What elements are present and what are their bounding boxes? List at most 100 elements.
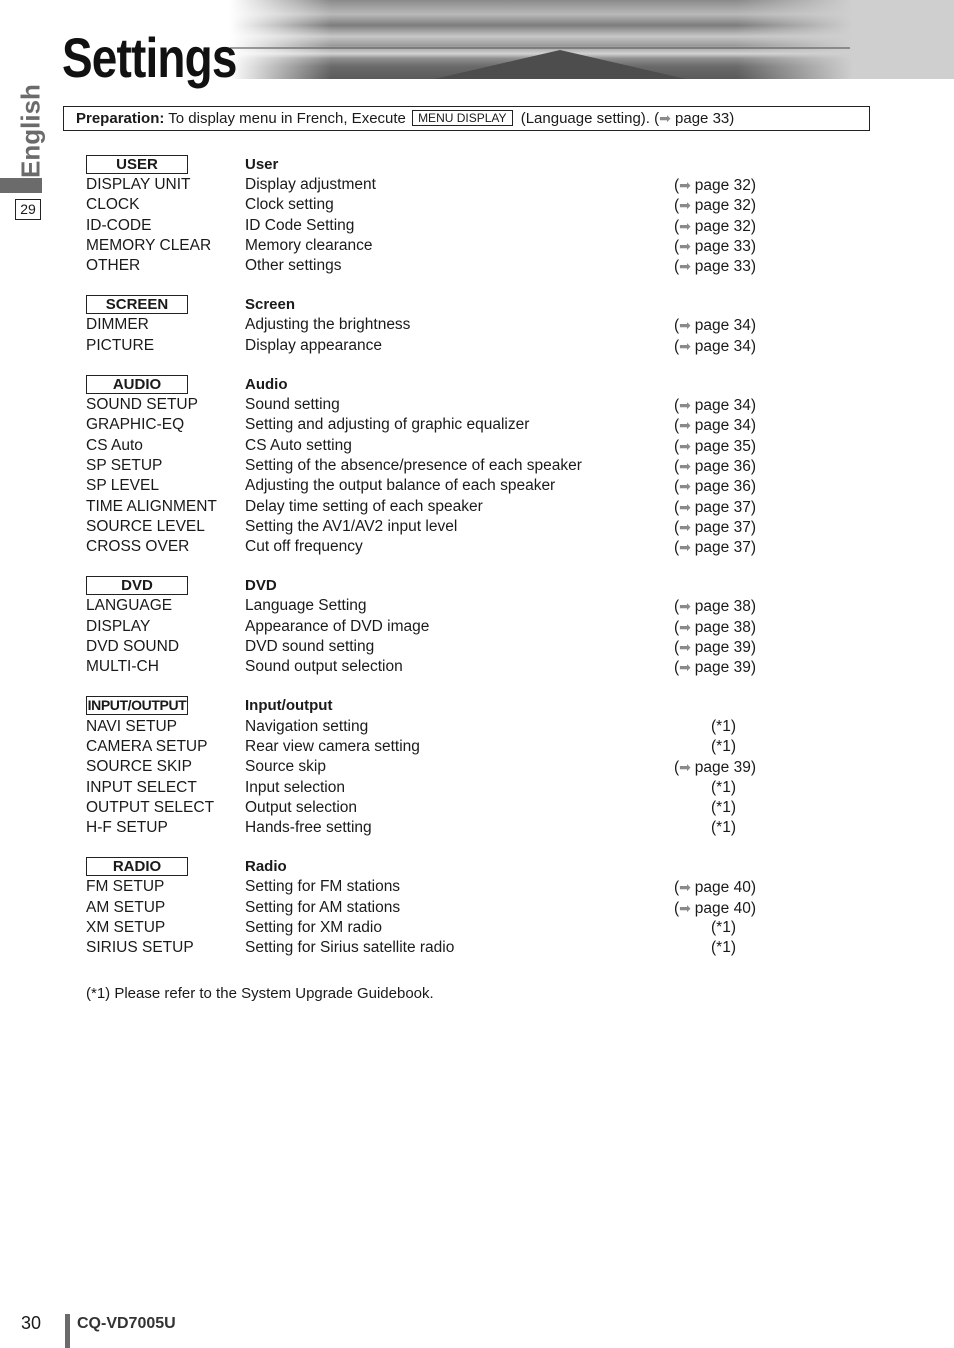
setting-description: Setting and adjusting of graphic equaliz… <box>245 416 530 434</box>
horizon-line <box>230 47 850 49</box>
close-paren: ) <box>750 518 756 536</box>
right-arrow-icon: ➡ <box>679 539 695 556</box>
setting-row: CROSS OVER Cut off frequency (➡ page 37) <box>86 537 786 557</box>
setting-row: PICTURE Display appearance (➡ page 34) <box>86 336 786 356</box>
section-menu-box: INPUT/OUTPUT <box>86 696 188 716</box>
close-paren: ) <box>750 217 756 235</box>
page-ref-text: page 33 <box>694 237 751 255</box>
right-arrow-icon: ➡ <box>679 879 695 896</box>
page-title: Settings <box>62 26 237 89</box>
setting-key: MULTI-CH <box>86 658 159 676</box>
setting-description: DVD sound setting <box>245 638 375 656</box>
close-paren: ) <box>750 498 756 516</box>
setting-key: SIRIUS SETUP <box>86 939 194 957</box>
close-paren: ) <box>750 397 756 415</box>
setting-key: DIMMER <box>86 316 149 334</box>
page-ref-text: page 37 <box>694 518 751 536</box>
page-ref-text: page 38 <box>694 598 751 616</box>
setting-description: Setting of the absence/presence of each … <box>245 456 582 474</box>
setting-key: SOURCE LEVEL <box>86 517 205 535</box>
right-arrow-icon: ➡ <box>679 899 695 916</box>
setting-description: Rear view camera setting <box>245 737 420 755</box>
model-name: CQ-VD7005U <box>77 1315 176 1332</box>
page-ref-text: page 40 <box>694 899 751 917</box>
preparation-page-ref: page 33) <box>675 110 735 127</box>
page-reference: (➡ page 34) <box>672 415 756 436</box>
setting-description: Navigation setting <box>245 717 369 735</box>
close-paren: ) <box>750 759 756 777</box>
section-header: SCREEN Screen <box>86 293 786 315</box>
setting-key: ID-CODE <box>86 216 152 234</box>
road-shape <box>430 50 690 79</box>
preparation-label: Preparation: <box>76 110 165 127</box>
setting-description: Display adjustment <box>245 176 376 193</box>
setting-row: DISPLAY Appearance of DVD image (➡ page 38… <box>86 617 786 637</box>
right-arrow-icon: ➡ <box>679 177 695 193</box>
setting-row: NAVI SETUP Navigation setting (*1) <box>86 717 786 737</box>
settings-section: AUDIO Audio SOUND SETUP Sound setting (➡ pag… <box>86 373 786 557</box>
settings-section: INPUT/OUTPUT Input/output NAVI SETUP Naviga… <box>86 695 786 839</box>
page-reference: (➡ page 36) <box>672 476 756 497</box>
right-arrow-icon: ➡ <box>679 478 695 495</box>
right-arrow-icon: ➡ <box>679 639 695 656</box>
footnote-marker: (*1) <box>711 919 736 937</box>
close-paren: ) <box>750 899 756 917</box>
page-reference: (➡ page 32) <box>672 195 756 216</box>
setting-key: CAMERA SETUP <box>86 737 208 755</box>
setting-description: Language Setting <box>245 597 367 615</box>
right-arrow-icon: ➡ <box>679 437 695 454</box>
page-reference: (➡ page 34) <box>672 395 756 416</box>
footer-bar <box>65 1314 70 1348</box>
footnote-marker: (*1) <box>711 819 736 837</box>
right-arrow-icon: ➡ <box>679 197 695 214</box>
setting-description: Sound setting <box>245 396 340 414</box>
page-reference: (➡ page 38) <box>672 617 756 638</box>
setting-row: DISPLAY UNIT Display adjustment (➡ page 32… <box>86 175 786 195</box>
setting-description: Adjusting the output balance of each spe… <box>245 477 556 495</box>
setting-key: SOUND SETUP <box>86 396 198 414</box>
setting-row: XM SETUP Setting for XM radio (*1) <box>86 918 786 938</box>
right-arrow-icon: ➡ <box>679 337 695 354</box>
setting-row: CAMERA SETUP Rear view camera setting (*1) <box>86 737 786 757</box>
page-ref-text: page 38 <box>694 618 751 636</box>
page-reference: (➡ page 37) <box>672 537 756 558</box>
setting-key: OTHER <box>86 257 141 275</box>
section-menu-box: AUDIO <box>86 374 188 394</box>
right-arrow-icon: ➡ <box>679 659 695 676</box>
right-arrow-icon: ➡ <box>679 417 695 434</box>
setting-key: SP LEVEL <box>86 477 159 495</box>
setting-description: Clock setting <box>245 196 334 214</box>
right-arrow-icon: ➡ <box>679 258 695 275</box>
menu-display-key: MENU DISPLAY <box>412 110 513 126</box>
section-header: INPUT/OUTPUT Input/output <box>86 695 786 717</box>
page-reference: (➡ page 32) <box>672 175 756 196</box>
right-arrow-icon: ➡ <box>679 759 695 776</box>
settings-list: USER User DISPLAY UNIT Display adjustment (➡… <box>86 153 786 976</box>
setting-key: DVD SOUND <box>86 638 180 656</box>
setting-key: TIME ALIGNMENT <box>86 497 217 515</box>
footnote-marker: (*1) <box>711 798 736 816</box>
setting-row: SOURCE SKIP Source skip (➡ page 39) <box>86 757 786 777</box>
section-menu-box: RADIO <box>86 856 188 876</box>
page-reference: (➡ page 34) <box>672 336 756 357</box>
close-paren: ) <box>750 437 756 455</box>
page-ref-text: page 32 <box>694 197 751 215</box>
setting-description: Delay time setting of each speaker <box>245 497 483 515</box>
setting-key: PICTURE <box>86 336 155 354</box>
setting-row: ID-CODE ID Code Setting (➡ page 32) <box>86 216 786 236</box>
right-arrow-icon: ➡ <box>679 618 695 635</box>
setting-description: Memory clearance <box>245 236 373 254</box>
setting-description: Setting for Sirius satellite radio <box>245 939 455 957</box>
setting-description: Setting for AM stations <box>245 898 401 916</box>
page-reference: (➡ page 34) <box>672 315 756 336</box>
right-arrow-icon: ➡ <box>679 237 695 254</box>
footnote-marker: (*1) <box>711 939 736 957</box>
side-page-ref: 29 <box>15 199 41 220</box>
section-header: USER User <box>86 153 786 175</box>
page-ref-text: page 32 <box>694 217 751 235</box>
language-tab-bar <box>0 178 42 193</box>
close-paren: ) <box>750 478 756 496</box>
close-paren: ) <box>750 337 756 355</box>
setting-row: AM SETUP Setting for AM stations (➡ page 4… <box>86 898 786 918</box>
page-reference: (➡ page 33) <box>672 256 756 277</box>
